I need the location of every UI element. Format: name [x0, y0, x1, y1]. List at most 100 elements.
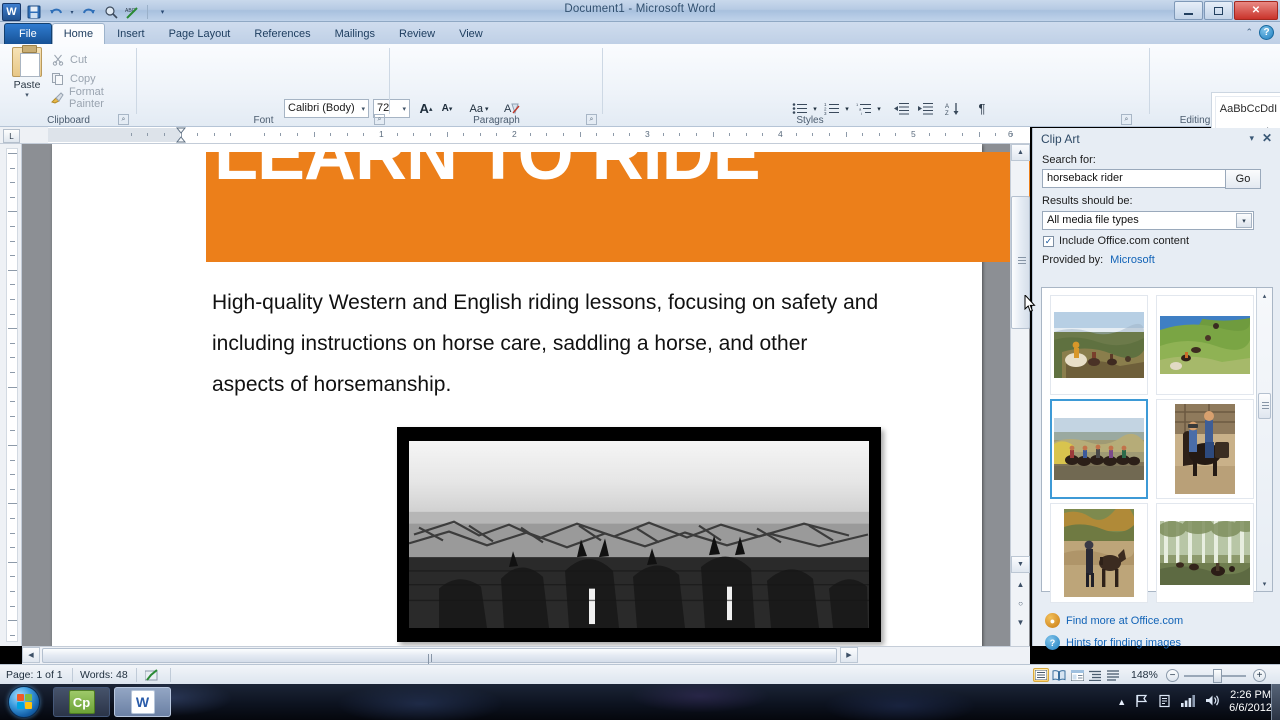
tab-stop-selector[interactable]: L [3, 129, 20, 143]
draft-view-button[interactable] [1105, 668, 1121, 682]
document-image[interactable] [397, 427, 881, 642]
clip-art-search-input[interactable]: horseback rider [1042, 169, 1235, 188]
word-count[interactable]: Words: 48 [80, 669, 128, 681]
paste-button[interactable]: Paste ▾ [8, 45, 46, 99]
taskbar-clock[interactable]: 2:26 PM 6/6/2012 [1229, 689, 1272, 715]
outline-view-button[interactable] [1087, 668, 1103, 682]
help-icon[interactable]: ? [1259, 25, 1274, 40]
results-grid [1045, 291, 1254, 603]
tab-references[interactable]: References [242, 23, 322, 44]
proofing-errors-icon[interactable] [144, 669, 161, 685]
scroll-left-button[interactable]: ◀ [22, 647, 40, 663]
mounting-a-horse-image [1175, 404, 1235, 494]
font-dialog-launcher[interactable]: ⌕ [374, 114, 385, 125]
start-button[interactable] [8, 686, 40, 718]
document-vertical-scrollbar[interactable]: ▲ ▼ ▲ ○ ▼ [1010, 144, 1030, 646]
ruler-tick [629, 133, 631, 136]
chevron-down-icon[interactable]: ▾ [1236, 213, 1252, 228]
results-scroll-thumb[interactable] [1258, 393, 1271, 419]
print-layout-view-button[interactable] [1033, 668, 1049, 682]
vertical-ruler-tick [8, 445, 17, 446]
clipboard-dialog-launcher[interactable]: ⌕ [118, 114, 129, 125]
include-office-checkbox[interactable]: ✓ [1043, 235, 1054, 247]
heading-banner[interactable]: LEARN TO RIDE [206, 144, 1030, 262]
paste-dropdown-icon[interactable]: ▾ [8, 91, 46, 99]
find-more-at-office-link[interactable]: ● Find more at Office.com [1045, 613, 1183, 628]
document-page[interactable]: LEARN TO RIDE High-quality Western and E… [52, 144, 1030, 646]
scroll-down-button[interactable]: ▼ [1011, 556, 1030, 573]
document-heading: LEARN TO RIDE [214, 144, 761, 195]
include-office-content-row[interactable]: ✓ Include Office.com content [1043, 235, 1189, 247]
clip-art-thumbnail-6[interactable] [1156, 503, 1254, 603]
volume-icon[interactable] [1205, 694, 1220, 710]
pane-options-chevron-icon[interactable]: ▾ [1249, 133, 1254, 144]
show-desktop-button[interactable] [1271, 684, 1280, 720]
taskbar-button-word[interactable]: W [114, 687, 171, 717]
tab-insert[interactable]: Insert [105, 23, 157, 44]
results-scroll-up-button[interactable]: ▴ [1257, 288, 1272, 303]
provided-by-value[interactable]: Microsoft [1110, 254, 1155, 266]
clip-art-results-list[interactable]: ▴ ▾ [1041, 287, 1273, 603]
show-hidden-icons-button[interactable]: ▲ [1117, 697, 1126, 707]
next-page-button[interactable]: ▼ [1014, 616, 1027, 629]
vertical-ruler-tick [10, 488, 15, 490]
zoom-out-button[interactable]: − [1166, 669, 1179, 682]
results-scrollbar[interactable]: ▴ ▾ [1256, 288, 1272, 591]
hints-for-finding-images-link[interactable]: ? Hints for finding images [1045, 635, 1181, 650]
page-indicator[interactable]: Page: 1 of 1 [6, 669, 63, 681]
close-button[interactable]: ✕ [1234, 1, 1278, 20]
go-button[interactable]: Go [1225, 169, 1261, 189]
search-for-label: Search for: [1042, 154, 1096, 166]
clip-art-thumbnail-2[interactable] [1156, 295, 1254, 395]
network-signal-icon[interactable] [1181, 694, 1196, 710]
styles-dialog-launcher[interactable]: ⌕ [1121, 114, 1132, 125]
tab-mailings[interactable]: Mailings [323, 23, 387, 44]
minimize-button[interactable] [1174, 1, 1203, 20]
collapse-ribbon-icon[interactable]: ⌃ [1245, 27, 1253, 38]
media-type-select[interactable]: All media file types ▾ [1042, 211, 1254, 230]
zoom-in-button[interactable]: + [1253, 669, 1266, 682]
vertical-ruler-tick [8, 386, 17, 388]
select-browse-object-button[interactable]: ○ [1014, 597, 1027, 610]
clip-art-thumbnail-3[interactable] [1050, 399, 1148, 499]
horizontal-scroll-thumb[interactable] [42, 648, 837, 670]
horizontal-ruler[interactable]: L 1 2 3 4 5 6 [0, 127, 1030, 144]
web-layout-view-button[interactable] [1069, 668, 1085, 682]
help-circle-icon: ? [1045, 635, 1060, 650]
vertical-ruler-tick [10, 182, 15, 184]
previous-page-button[interactable]: ▲ [1014, 578, 1027, 591]
pane-close-icon[interactable]: ✕ [1262, 131, 1272, 145]
vertical-ruler-tick [10, 459, 15, 461]
results-scroll-down-button[interactable]: ▾ [1257, 576, 1272, 591]
updates-icon[interactable] [1158, 694, 1172, 711]
clip-art-thumbnail-1[interactable] [1050, 295, 1148, 395]
scroll-right-button[interactable]: ▶ [840, 647, 858, 663]
document-body-text[interactable]: High-quality Western and English riding … [212, 282, 1030, 405]
clip-art-thumbnail-4[interactable] [1156, 399, 1254, 499]
first-line-indent-marker[interactable] [175, 127, 187, 143]
format-painter-button[interactable]: Format Painter [50, 86, 137, 110]
clip-art-thumbnail-5[interactable] [1050, 503, 1148, 603]
document-canvas[interactable]: LEARN TO RIDE High-quality Western and E… [22, 144, 1030, 646]
document-horizontal-scrollbar[interactable]: ◀ ▶ [22, 646, 1030, 670]
vertical-ruler-tick [10, 430, 15, 432]
scroll-up-button[interactable]: ▲ [1011, 144, 1030, 161]
tab-page-layout[interactable]: Page Layout [157, 23, 243, 44]
full-screen-reading-view-button[interactable] [1051, 668, 1067, 682]
copy-button[interactable]: Copy [50, 71, 96, 87]
tab-review[interactable]: Review [387, 23, 447, 44]
restore-button[interactable] [1204, 1, 1233, 20]
tab-view[interactable]: View [447, 23, 495, 44]
ruler-tick [945, 133, 947, 136]
ruler-margin-left [48, 128, 180, 142]
taskbar-button-captivate[interactable]: Cp [53, 687, 110, 717]
vertical-ruler[interactable] [0, 144, 22, 646]
tab-file[interactable]: File [4, 23, 52, 44]
ruler-tick [562, 133, 564, 136]
tab-home[interactable]: Home [51, 23, 106, 44]
action-center-flag-icon[interactable] [1135, 694, 1149, 711]
chevron-down-icon[interactable]: ▾ [361, 105, 365, 113]
cut-button[interactable]: Cut [50, 52, 87, 68]
zoom-slider-handle[interactable] [1213, 669, 1222, 683]
zoom-level[interactable]: 148% [1131, 669, 1158, 681]
